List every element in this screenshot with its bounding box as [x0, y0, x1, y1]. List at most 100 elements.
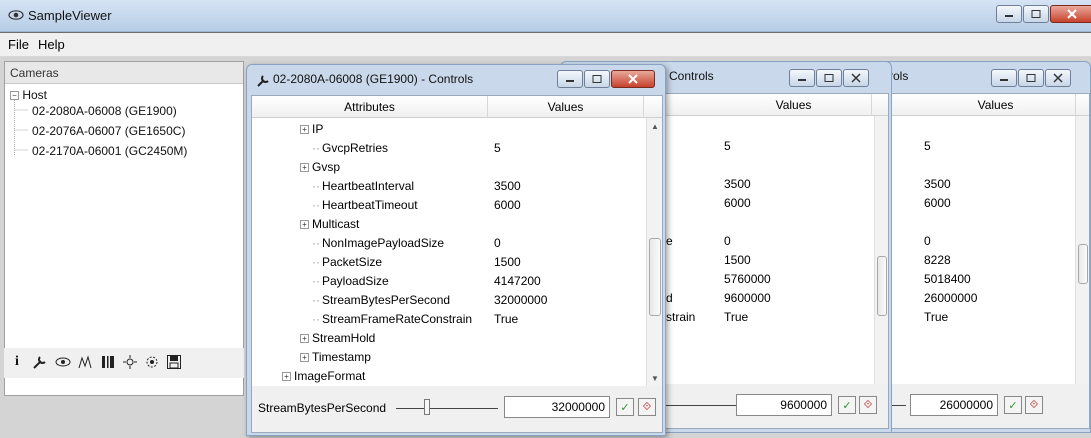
- col-values-header[interactable]: Values: [916, 94, 1076, 116]
- expand-icon[interactable]: +: [300, 125, 309, 135]
- attribute-value[interactable]: 26000000: [924, 289, 977, 308]
- settings-icon[interactable]: [144, 354, 160, 370]
- attribute-row[interactable]: + Multicast: [252, 215, 644, 234]
- attribute-row[interactable]: + ImageFormat: [282, 367, 365, 386]
- info-icon[interactable]: i: [8, 354, 26, 370]
- attribute-value[interactable]: 5: [924, 137, 931, 156]
- close-button[interactable]: [1050, 5, 1091, 23]
- attribute-value[interactable]: 3500: [924, 175, 951, 194]
- scroll-thumb[interactable]: [1078, 244, 1088, 284]
- attribute-value[interactable]: 9600000: [724, 289, 771, 308]
- attribute-value[interactable]: 0: [724, 232, 731, 251]
- reset-button[interactable]: ⟐: [638, 398, 656, 416]
- eye-icon[interactable]: [54, 354, 72, 370]
- minimize-button[interactable]: [557, 70, 583, 88]
- footer-bar: 26000000 ✓ ⟐: [886, 384, 1089, 428]
- col-values-header[interactable]: Values: [716, 94, 872, 116]
- attribute-value[interactable]: 6000: [924, 194, 951, 213]
- menu-file[interactable]: File: [8, 37, 29, 52]
- attribute-value[interactable]: True: [924, 308, 948, 327]
- attribute-row[interactable]: ·· PayloadSize 4147200: [252, 272, 644, 291]
- expand-icon[interactable]: +: [300, 220, 309, 230]
- attribute-value[interactable]: 3500: [494, 177, 521, 196]
- close-button[interactable]: [1045, 69, 1071, 87]
- minimize-button[interactable]: [789, 69, 815, 87]
- tree-device[interactable]: 02-2080A-06008 (GE1900): [32, 104, 177, 118]
- attribute-value[interactable]: 5: [724, 137, 731, 156]
- attribute-value[interactable]: 5: [494, 139, 501, 158]
- attribute-value[interactable]: 5018400: [924, 270, 971, 289]
- expand-icon[interactable]: +: [300, 353, 309, 363]
- barcode-icon[interactable]: [100, 354, 116, 370]
- attribute-value[interactable]: 5760000: [724, 270, 771, 289]
- tree-device[interactable]: 02-2170A-06001 (GC2450M): [32, 144, 187, 158]
- maximize-button[interactable]: [816, 69, 842, 87]
- value-input[interactable]: 26000000: [910, 394, 998, 416]
- attribute-value[interactable]: 6000: [724, 194, 751, 213]
- scroll-up-icon[interactable]: ▲: [651, 122, 659, 131]
- attribute-value[interactable]: True: [494, 310, 518, 329]
- slider-handle[interactable]: [424, 399, 430, 415]
- attribute-row[interactable]: ·· GvcpRetries 5: [252, 139, 644, 158]
- attribute-row[interactable]: ·· HeartbeatInterval 3500: [252, 177, 644, 196]
- expand-icon[interactable]: +: [282, 372, 291, 382]
- gige-icon[interactable]: [122, 354, 138, 370]
- close-button[interactable]: [611, 70, 655, 88]
- attribute-name: ·· StreamFrameRateConstrain: [312, 310, 472, 329]
- apply-button[interactable]: ✓: [1004, 396, 1022, 414]
- apply-button[interactable]: ✓: [838, 396, 856, 414]
- attribute-row[interactable]: ·· StreamBytesPerSecond 32000000: [252, 291, 644, 310]
- reset-button[interactable]: ⟐: [1025, 396, 1043, 414]
- attribute-row[interactable]: ·· PacketSize 1500: [252, 253, 644, 272]
- attribute-row[interactable]: + Gvsp: [252, 158, 644, 177]
- attribute-row[interactable]: + IP: [252, 120, 644, 139]
- close-button[interactable]: [843, 69, 869, 87]
- scroll-down-icon[interactable]: ▼: [651, 374, 659, 383]
- scroll-thumb[interactable]: [877, 256, 887, 316]
- vertical-scrollbar[interactable]: ▲ ▼: [646, 118, 662, 386]
- attribute-value[interactable]: 32000000: [494, 291, 547, 310]
- vertical-scrollbar[interactable]: [874, 116, 888, 384]
- attribute-value[interactable]: 1500: [494, 253, 521, 272]
- attribute-row[interactable]: ·· StreamFrameRateConstrain True: [252, 310, 644, 329]
- expand-icon[interactable]: +: [300, 163, 309, 173]
- maximize-button[interactable]: [584, 70, 610, 88]
- histogram-icon[interactable]: [78, 354, 94, 370]
- attribute-value[interactable]: 3500: [724, 175, 751, 194]
- attribute-value[interactable]: 6000: [494, 196, 521, 215]
- apply-button[interactable]: ✓: [616, 398, 634, 416]
- tree-device[interactable]: 02-2076A-06007 (GE1650C): [32, 124, 185, 138]
- reset-button[interactable]: ⟐: [859, 396, 877, 414]
- col-values-header[interactable]: Values: [488, 96, 644, 118]
- attribute-row[interactable]: + Timestamp: [252, 348, 644, 367]
- maximize-icon: [1026, 74, 1036, 82]
- slider-track[interactable]: [396, 408, 498, 409]
- attribute-value[interactable]: 8228: [924, 251, 951, 270]
- vertical-scrollbar[interactable]: [1075, 116, 1089, 384]
- attribute-row[interactable]: ·· NonImagePayloadSize 0: [252, 234, 644, 253]
- maximize-button[interactable]: [1018, 69, 1044, 87]
- attribute-row[interactable]: + StreamHold: [252, 329, 644, 348]
- attribute-value[interactable]: True: [724, 308, 748, 327]
- attribute-value[interactable]: 4147200: [494, 272, 541, 291]
- value-input[interactable]: 32000000: [504, 396, 610, 418]
- controls-window-3: rols Values 5 3500 6000 0 8228 5018400 2600000…: [880, 61, 1091, 433]
- col-attributes-header[interactable]: Attributes: [252, 96, 488, 118]
- window-controls: [996, 5, 1091, 23]
- maximize-button[interactable]: [1023, 5, 1049, 23]
- wrench-icon[interactable]: [32, 354, 48, 370]
- attribute-row[interactable]: ·· HeartbeatTimeout 6000: [252, 196, 644, 215]
- attribute-value[interactable]: 0: [924, 232, 931, 251]
- expand-icon[interactable]: +: [300, 334, 309, 344]
- attribute-value[interactable]: 0: [494, 234, 501, 253]
- value-input[interactable]: 9600000: [736, 394, 832, 416]
- slider-track[interactable]: [666, 405, 736, 406]
- attribute-value[interactable]: 1500: [724, 251, 751, 270]
- minimize-button[interactable]: [996, 5, 1022, 23]
- minimize-button[interactable]: [991, 69, 1017, 87]
- save-icon[interactable]: [166, 354, 182, 370]
- collapse-icon[interactable]: −: [10, 91, 19, 101]
- menu-help[interactable]: Help: [38, 37, 65, 52]
- scroll-thumb[interactable]: [649, 238, 661, 316]
- close-icon: [1067, 9, 1077, 19]
